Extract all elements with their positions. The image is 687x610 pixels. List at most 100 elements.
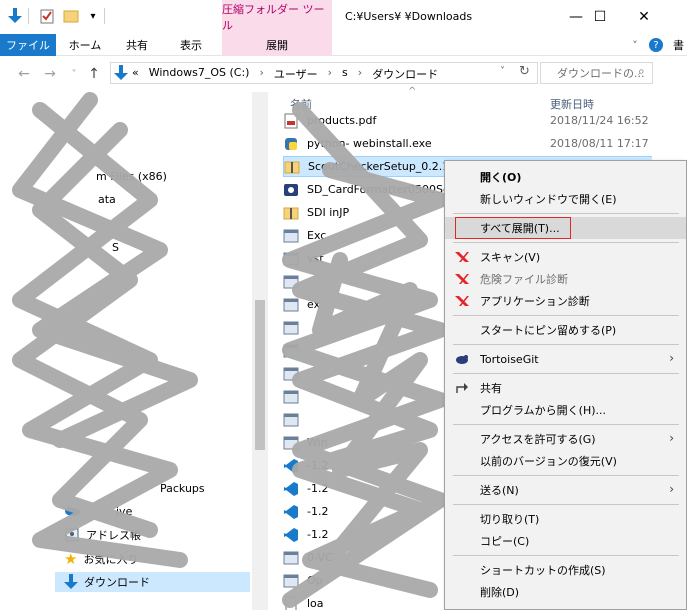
nav-item-favorites[interactable]: ★ お気に入り bbox=[64, 549, 138, 569]
toolbar-divider bbox=[104, 8, 105, 24]
nav-item-onedrive[interactable]: ive bbox=[64, 501, 132, 521]
file-name: python- webinstall.exe bbox=[307, 137, 432, 150]
menu-item[interactable]: スタートにピン留めする(P) bbox=[445, 319, 686, 341]
breadcrumb-separator[interactable]: › bbox=[358, 66, 362, 82]
exe-icon bbox=[283, 412, 299, 428]
file-name: 0-VC bbox=[307, 551, 333, 564]
download-folder-icon bbox=[114, 65, 128, 84]
exe-icon bbox=[283, 389, 299, 405]
tortoise-icon bbox=[455, 352, 469, 366]
menu-separator bbox=[453, 504, 679, 505]
tab-home[interactable]: ホーム bbox=[64, 34, 106, 56]
vscode-icon bbox=[283, 458, 299, 474]
file-name: ex bbox=[307, 298, 321, 311]
breadcrumb-overflow[interactable]: « bbox=[132, 66, 139, 82]
file-name: SDI inJP bbox=[307, 206, 350, 219]
nav-item-label: ive bbox=[116, 504, 133, 518]
exe-icon bbox=[283, 297, 299, 313]
tab-share[interactable]: 共有 bbox=[116, 34, 158, 56]
new-folder-icon[interactable] bbox=[62, 6, 80, 26]
menu-item[interactable]: ショートカットの作成(S) bbox=[445, 559, 686, 581]
forward-icon[interactable]: → bbox=[40, 64, 60, 84]
ribbon-right-text: 書 bbox=[673, 39, 684, 52]
menu-item-label: ショートカットの作成(S) bbox=[480, 564, 606, 577]
file-row[interactable]: python- webinstall.exe 2018/08/11 17:17 bbox=[283, 133, 653, 154]
tab-extract[interactable]: 展開 bbox=[222, 34, 332, 56]
nav-item-label: Packups bbox=[160, 481, 205, 495]
nav-item-s[interactable]: S bbox=[112, 237, 119, 257]
nav-item-contacts[interactable]: アドレス帳 bbox=[64, 525, 141, 545]
menu-item[interactable]: コピー(C) bbox=[445, 530, 686, 552]
address-dropdown-icon[interactable]: ˅ bbox=[500, 66, 505, 77]
recent-locations-icon[interactable]: ˅ bbox=[64, 64, 84, 84]
menu-separator bbox=[453, 315, 679, 316]
menu-item[interactable]: TortoiseGit › bbox=[445, 348, 686, 370]
menu-item[interactable]: すべて展開(T)... bbox=[445, 217, 686, 239]
file-name: -1.2 bbox=[307, 505, 329, 518]
properties-icon[interactable] bbox=[38, 6, 56, 26]
exe-icon bbox=[283, 366, 299, 382]
menu-separator bbox=[453, 213, 679, 214]
maximize-button[interactable]: ☐ bbox=[578, 0, 622, 34]
menu-item[interactable]: スキャン(V) bbox=[445, 246, 686, 268]
menu-item[interactable]: アプリケーション診断 bbox=[445, 290, 686, 312]
pdf-icon bbox=[283, 113, 299, 129]
file-name: vst bbox=[307, 252, 324, 265]
help-badge: ? bbox=[649, 38, 663, 52]
close-button[interactable]: ✕ bbox=[622, 0, 666, 34]
menu-item-label: 共有 bbox=[480, 382, 502, 395]
nav-item-label: ata bbox=[98, 192, 116, 206]
back-icon[interactable]: ← bbox=[14, 64, 34, 84]
customize-quick-access-icon[interactable]: ▾ bbox=[84, 6, 102, 26]
file-row[interactable]: products.pdf 2018/11/24 16:52 bbox=[283, 110, 653, 131]
nav-item-downloads[interactable]: ダウンロード bbox=[55, 572, 250, 592]
file-icon bbox=[283, 596, 299, 610]
refresh-icon[interactable]: ↻ bbox=[519, 64, 530, 79]
file-name: -1.2 bbox=[307, 528, 329, 541]
up-icon[interactable]: ↑ bbox=[84, 64, 104, 84]
toolbar-divider bbox=[28, 8, 29, 24]
menu-item[interactable]: アクセスを許可する(G) › bbox=[445, 428, 686, 450]
nav-scrollbar-thumb[interactable] bbox=[255, 300, 265, 450]
breadcrumb-separator[interactable]: › bbox=[328, 66, 332, 82]
breadcrumb-users[interactable]: ユーザー bbox=[274, 66, 318, 82]
breadcrumb: « Windows7_OS (C:) › ユーザー › s › ダウンロード bbox=[132, 66, 438, 82]
menu-item[interactable]: 削除(D) bbox=[445, 581, 686, 603]
menu-item-label: 開く(O) bbox=[480, 171, 522, 184]
check-icon bbox=[455, 294, 469, 308]
menu-item-label: 危険ファイル診断 bbox=[480, 273, 568, 286]
breadcrumb-user[interactable]: s bbox=[342, 66, 348, 82]
menu-item[interactable]: プログラムから開く(H)... bbox=[445, 399, 686, 421]
tab-view[interactable]: 表示 bbox=[170, 34, 212, 56]
star-icon: ★ bbox=[64, 550, 78, 568]
vscode-icon bbox=[283, 527, 299, 543]
exe-icon bbox=[283, 320, 299, 336]
search-input[interactable]: ダウンロードの... bbox=[540, 62, 653, 84]
menu-item[interactable]: 送る(N) › bbox=[445, 479, 686, 501]
nav-item-packups[interactable]: Packups bbox=[160, 478, 205, 498]
menu-item[interactable]: 以前のバージョンの復元(V) bbox=[445, 450, 686, 472]
download-icon bbox=[64, 574, 78, 589]
breadcrumb-separator[interactable]: › bbox=[259, 66, 263, 82]
vscode-icon bbox=[283, 481, 299, 497]
context-tab-header: 圧縮フォルダー ツール bbox=[222, 0, 332, 34]
menu-item[interactable]: 新しいウィンドウで開く(E) bbox=[445, 188, 686, 210]
menu-item-label: 削除(D) bbox=[480, 586, 520, 599]
tab-file[interactable]: ファイル bbox=[0, 34, 56, 56]
menu-item-label: コピー(C) bbox=[480, 535, 530, 548]
menu-item[interactable]: 開く(O) bbox=[445, 166, 686, 188]
nav-item-program-files[interactable]: m Files (x86) bbox=[96, 166, 167, 186]
menu-item[interactable]: 切り取り(T) bbox=[445, 508, 686, 530]
ribbon-expand-icon[interactable]: ˅ bbox=[628, 34, 642, 56]
menu-item[interactable]: 共有 bbox=[445, 377, 686, 399]
download-icon[interactable] bbox=[6, 6, 24, 26]
file-name: -1.2 bbox=[307, 482, 329, 495]
menu-item-label: スキャン(V) bbox=[480, 251, 541, 264]
ribbon-tabs: ファイル ホーム 共有 表示 展開 ˅ ? 書 bbox=[0, 34, 687, 56]
breadcrumb-downloads[interactable]: ダウンロード bbox=[372, 66, 438, 82]
context-menu: 開く(O) 新しいウィンドウで開く(E) すべて展開(T)... スキャン(V) 危険フ… bbox=[444, 160, 687, 610]
breadcrumb-drive[interactable]: Windows7_OS (C:) bbox=[149, 66, 250, 82]
contacts-icon bbox=[65, 528, 79, 542]
nav-item-data[interactable]: ata bbox=[98, 189, 116, 209]
help-icon[interactable]: ? bbox=[648, 34, 664, 56]
